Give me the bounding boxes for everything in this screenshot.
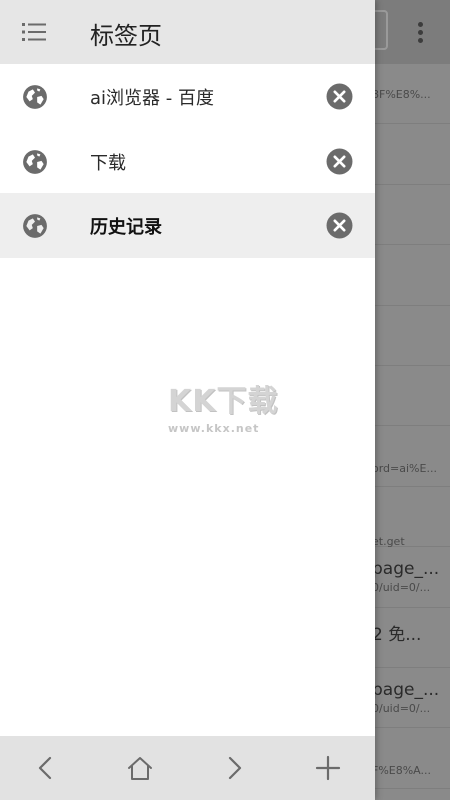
background-row-title: page_... (372, 559, 440, 580)
tab-title: 下载 (90, 152, 126, 174)
background-row-subtitle: ord=ai%E... (372, 462, 437, 476)
watermark-logo: KK下载 (168, 384, 279, 419)
background-row-subtitle: 0/uid=0/... (372, 701, 431, 715)
close-circle-icon[interactable] (326, 212, 353, 239)
more-options-icon (414, 22, 426, 46)
globe-icon (23, 85, 47, 109)
tabs-drawer: 标签页 ai浏览器 - 百度 下载 历史记录 KK下载 www.kkx.net (0, 0, 375, 800)
watermark: KK下载 www.kkx.net (168, 376, 288, 436)
close-circle-icon[interactable] (326, 83, 353, 110)
tab-list: ai浏览器 - 百度 下载 历史记录 (0, 64, 375, 258)
tab-item-active[interactable]: 历史记录 (0, 193, 375, 258)
chevron-left-icon[interactable] (32, 754, 60, 782)
drawer-title: 标签页 (90, 22, 162, 50)
globe-icon (23, 214, 47, 238)
plus-icon[interactable] (314, 754, 342, 782)
bottom-nav-bar (0, 736, 375, 800)
close-circle-icon[interactable] (326, 148, 353, 175)
background-row-subtitle: 0/uid=0/... (372, 581, 431, 595)
globe-icon (23, 149, 47, 174)
background-row-title: 2 免... (372, 624, 422, 645)
drawer-header: 标签页 (0, 0, 375, 64)
tab-title: 历史记录 (90, 217, 162, 238)
watermark-url: www.kkx.net (168, 422, 260, 435)
home-icon[interactable] (126, 754, 154, 782)
background-row-subtitle: F%E8%A... (372, 764, 432, 778)
list-icon[interactable] (22, 20, 48, 44)
background-row-subtitle: et.get (372, 534, 405, 548)
tab-item[interactable]: 下载 (0, 128, 375, 193)
background-row-subtitle: 8F%E8%... (372, 88, 431, 101)
tab-item[interactable]: ai浏览器 - 百度 (0, 64, 375, 129)
chevron-right-icon[interactable] (220, 754, 248, 782)
tab-title: ai浏览器 - 百度 (90, 88, 214, 109)
background-row-title: page_... (372, 679, 440, 700)
